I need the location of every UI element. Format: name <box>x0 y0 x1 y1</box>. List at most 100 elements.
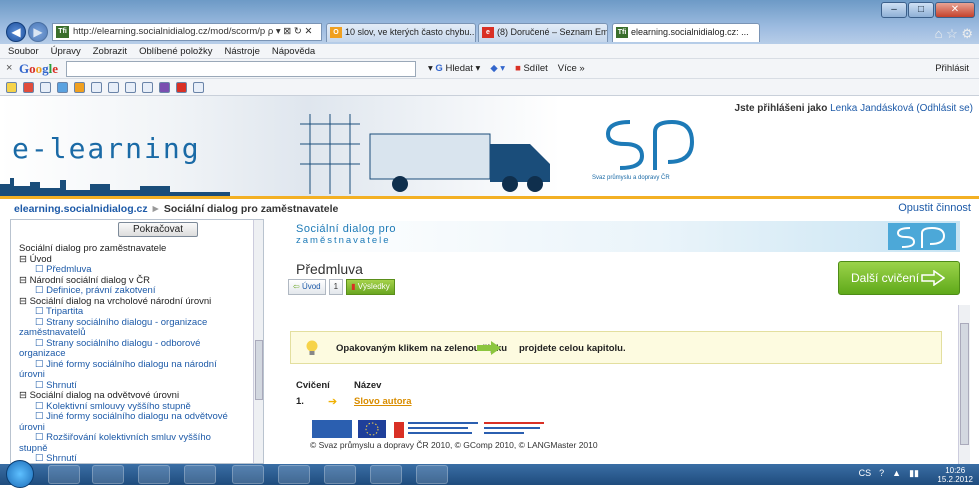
google-more-button[interactable]: Více » <box>558 62 585 76</box>
column-header-name: Název <box>354 380 382 391</box>
toc-item[interactable]: ⊟ Sociální dialog na odvětvové úrovni <box>19 390 255 402</box>
site-favicon: Tfi <box>56 26 69 38</box>
toc-scrollbar[interactable] <box>253 220 263 463</box>
close-toolbar-icon[interactable]: × <box>6 62 12 74</box>
google-share-button[interactable]: ■ Sdílet <box>515 62 548 76</box>
menu-tools[interactable]: Nástroje <box>224 44 259 58</box>
toc-item[interactable]: ☐ Jiné formy sociálního dialogu na odvět… <box>19 411 255 423</box>
back-button[interactable]: ◀ <box>6 22 26 42</box>
favorite-icon[interactable] <box>108 81 119 93</box>
scrollbar-thumb[interactable] <box>255 340 263 400</box>
language-indicator[interactable]: CS <box>859 468 872 479</box>
google-search-button[interactable]: ▾ G Hledat ▾ <box>428 62 480 76</box>
favorites-star-icon[interactable] <box>6 81 17 93</box>
favorites-bar <box>0 79 979 96</box>
address-controls-icon[interactable]: ρ ▾ ⊠ ↻ ✕ <box>268 26 313 37</box>
menu-edit[interactable]: Úpravy <box>51 44 81 58</box>
exit-activity-link[interactable]: Opustit činnost <box>898 202 971 214</box>
favorite-icon[interactable] <box>74 81 85 93</box>
eu-funding-logos <box>312 420 544 438</box>
favorite-icon[interactable] <box>142 81 153 93</box>
nav-results-button[interactable]: ▮ Výsledky <box>346 279 395 295</box>
taskbar-app-icon[interactable] <box>232 465 264 484</box>
google-actions: ▾ G Hledat ▾ ◆ ▾ ■ Sdílet Více » <box>428 62 585 76</box>
google-search-input[interactable] <box>66 61 416 77</box>
toc-item-wrap[interactable]: zaměstnavatelů <box>19 327 255 339</box>
logout-link[interactable]: (Odhlásit se) <box>916 103 973 114</box>
tray-arrow-icon[interactable]: ▲ <box>892 468 901 479</box>
taskbar-excel-icon[interactable] <box>370 465 402 484</box>
clock-time: 10:26 <box>945 466 966 475</box>
google-login[interactable]: Přihlásit <box>935 62 969 76</box>
browser-tab-1[interactable]: O 10 slov, ve kterých často chybu... <box>326 23 476 42</box>
favorite-icon[interactable] <box>23 81 34 93</box>
tab-label: 10 slov, ve kterých často chybu... <box>345 27 476 37</box>
copyright: © Svaz průmyslu a dopravy ČR 2010, © GCo… <box>310 440 598 450</box>
toc-panel: Pokračovat Sociální dialog pro zaměstnav… <box>10 219 264 464</box>
nav-back-button[interactable]: ⇦ Úvod <box>288 279 326 295</box>
exercise-arrow-icon: ➔ <box>328 396 338 408</box>
nav-buttons: ◀ ▶ <box>6 22 48 42</box>
browser-tab-2[interactable]: e (8) Doručené – Seznam Email <box>478 23 608 42</box>
toc-item[interactable]: ☐ Tripartita <box>19 306 255 318</box>
user-name-link[interactable]: Lenka Jandásková <box>830 103 913 114</box>
toc-item[interactable]: ☐ Předmluva <box>19 264 255 276</box>
favorite-icon[interactable] <box>40 81 51 93</box>
nav-page-number[interactable]: 1 <box>328 279 344 295</box>
menu-help[interactable]: Nápověda <box>272 44 315 58</box>
menu-favorites[interactable]: Oblíbené položky <box>139 44 212 58</box>
taskbar-word-icon[interactable] <box>324 465 356 484</box>
taskbar-ie-icon[interactable] <box>48 465 80 484</box>
sp-logo <box>605 119 695 170</box>
page-header: e-learning Svaz průmyslu a dopravy ČR Js… <box>0 96 979 196</box>
scrollbar-thumb[interactable] <box>960 323 969 445</box>
start-button[interactable] <box>6 460 34 488</box>
next-exercise-button[interactable]: Další cvičení <box>838 261 960 295</box>
breadcrumb-site-link[interactable]: elearning.socialnidialog.cz <box>14 203 148 215</box>
minimize-button[interactable]: – <box>881 2 907 18</box>
network-signal-icon[interactable]: ▮▮ <box>909 468 919 479</box>
address-bar[interactable]: Tfi http://elearning.socialnidialog.cz/m… <box>52 23 322 41</box>
banner-subtitle: zaměstnavatele <box>296 235 391 246</box>
favorite-icon[interactable] <box>159 81 170 93</box>
favorite-icon[interactable] <box>57 81 68 93</box>
right-arrow-icon <box>921 270 945 286</box>
help-icon[interactable]: ? <box>879 468 884 479</box>
system-tray: CS ? ▲ ▮▮ <box>859 468 919 479</box>
taskbar-explorer-icon[interactable] <box>92 465 124 484</box>
exercise-number: 1. <box>296 396 304 407</box>
favorite-icon[interactable] <box>91 81 102 93</box>
toc-item[interactable]: ☐ Shrnutí <box>19 453 255 463</box>
toc-item-wrap[interactable]: úrovni <box>19 369 255 381</box>
exercise-link[interactable]: Slovo autora <box>354 396 412 407</box>
toc-item[interactable]: ☐ Rozšiřování kolektivních smluv vyššího <box>19 432 255 444</box>
header-divider <box>0 196 979 199</box>
close-button[interactable]: ✕ <box>935 2 975 18</box>
forward-button[interactable]: ▶ <box>28 22 48 42</box>
hint-text-b: projdete celou kapitolu. <box>519 343 626 354</box>
clock[interactable]: 10:26 15.2.2012 <box>937 466 973 484</box>
google-logo: Google <box>19 61 59 76</box>
home-star-icons[interactable]: ⌂ ☆ ⚙ <box>935 26 973 42</box>
content-scrollbar[interactable] <box>958 305 970 464</box>
browser-tab-3[interactable]: Tfi elearning.socialnidialog.cz: ... <box>612 23 760 42</box>
favorite-icon[interactable] <box>176 81 187 93</box>
toc-item[interactable]: ☐ Definice, právní zakotvení <box>19 285 255 297</box>
google-toolbar: × Google ▾ G Hledat ▾ ◆ ▾ ■ Sdílet Více … <box>0 59 979 79</box>
taskbar-network-icon[interactable] <box>278 465 310 484</box>
course-banner: Sociální dialog pro zaměstnavatele <box>288 221 960 252</box>
favorite-icon[interactable] <box>125 81 136 93</box>
favorite-icon[interactable] <box>193 81 204 93</box>
toc-item-wrap[interactable]: organizace <box>19 348 255 360</box>
menu-file[interactable]: Soubor <box>8 44 39 58</box>
menu-view[interactable]: Zobrazit <box>93 44 127 58</box>
continue-button[interactable]: Pokračovat <box>118 222 198 237</box>
green-arrow-icon <box>477 341 501 355</box>
maximize-button[interactable]: □ <box>908 2 934 18</box>
tab-label: elearning.socialnidialog.cz: ... <box>631 27 749 37</box>
toc-item[interactable]: ☐ Jiné formy sociálního dialogu na národ… <box>19 359 255 371</box>
google-bookmark-button[interactable]: ◆ ▾ <box>490 62 505 76</box>
taskbar-chrome-icon[interactable] <box>416 465 448 484</box>
taskbar-outlook-icon[interactable] <box>184 465 216 484</box>
taskbar-media-icon[interactable] <box>138 465 170 484</box>
